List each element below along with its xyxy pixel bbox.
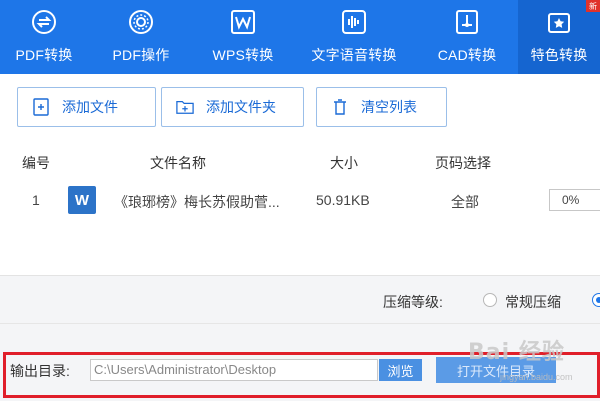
add-folder-button[interactable]: 添加文件夹	[161, 87, 304, 127]
browse-button[interactable]: 浏览	[379, 359, 422, 381]
nav-label: PDF转换	[15, 47, 73, 63]
column-header-size: 大小	[330, 155, 358, 171]
open-folder-button[interactable]: 打开文件目录	[436, 357, 556, 383]
star-image-icon	[544, 7, 574, 37]
add-folder-label: 添加文件夹	[206, 99, 276, 115]
file-size: 50.91KB	[316, 192, 370, 208]
column-header-index: 编号	[22, 155, 50, 171]
toolbar: 添加文件 添加文件夹 清空列表	[0, 74, 600, 140]
compression-bar: 压缩等级: 常规压缩	[0, 275, 600, 323]
table-header: 编号 文件名称 大小 页码选择	[0, 140, 600, 182]
nav-item-pdf-convert[interactable]: PDF转换	[0, 0, 88, 74]
normal-compression-label[interactable]: 常规压缩	[505, 292, 561, 312]
nav-label: PDF操作	[112, 47, 170, 63]
gear-icon	[126, 7, 156, 37]
normal-compression-radio[interactable]	[483, 293, 497, 307]
nav-item-special-convert[interactable]: 新 特色转换	[518, 0, 600, 74]
table-row[interactable]: 1 W 《琅琊榜》梅长苏假助菅... 50.91KB 全部 0%	[0, 182, 600, 220]
output-panel: 输出目录: C:\Users\Administrator\Desktop 浏览 …	[0, 323, 600, 401]
page-selection[interactable]: 全部	[451, 192, 479, 212]
compression-radio-selected[interactable]	[592, 293, 600, 307]
nav-label: 文字语音转换	[311, 47, 397, 63]
audio-wave-icon	[339, 7, 369, 37]
nav-label: WPS转换	[212, 47, 274, 63]
add-folder-icon	[176, 98, 194, 116]
clear-list-label: 清空列表	[361, 99, 417, 115]
nav-label: 特色转换	[530, 47, 588, 63]
row-index: 1	[32, 192, 40, 208]
pdf-convert-icon	[29, 7, 59, 37]
column-header-filename: 文件名称	[150, 155, 206, 171]
progress-field: 0%	[549, 189, 600, 211]
nav-item-wps-convert[interactable]: WPS转换	[194, 0, 292, 74]
add-file-icon	[32, 98, 50, 116]
nav-item-cad-convert[interactable]: CAD转换	[416, 0, 518, 74]
word-file-icon: W	[68, 186, 96, 214]
word-icon	[228, 7, 258, 37]
add-file-label: 添加文件	[62, 99, 118, 115]
add-file-button[interactable]: 添加文件	[17, 87, 156, 127]
new-badge: 新	[586, 0, 600, 12]
nav-item-text-speech[interactable]: 文字语音转换	[292, 0, 416, 74]
clear-list-button[interactable]: 清空列表	[316, 87, 447, 127]
output-label: 输出目录:	[10, 363, 70, 379]
file-name: 《琅琊榜》梅长苏假助菅...	[114, 194, 280, 210]
column-header-pages: 页码选择	[435, 155, 491, 171]
trash-icon	[331, 98, 349, 116]
nav-item-pdf-operation[interactable]: PDF操作	[88, 0, 194, 74]
output-path-input[interactable]: C:\Users\Administrator\Desktop	[90, 359, 378, 381]
cad-icon	[452, 7, 482, 37]
compression-label: 压缩等级:	[383, 294, 443, 310]
nav-label: CAD转换	[437, 47, 497, 63]
top-navigation: PDF转换 PDF操作 WPS转换 文字语音转换 CAD转换 新 特色转换	[0, 0, 600, 74]
